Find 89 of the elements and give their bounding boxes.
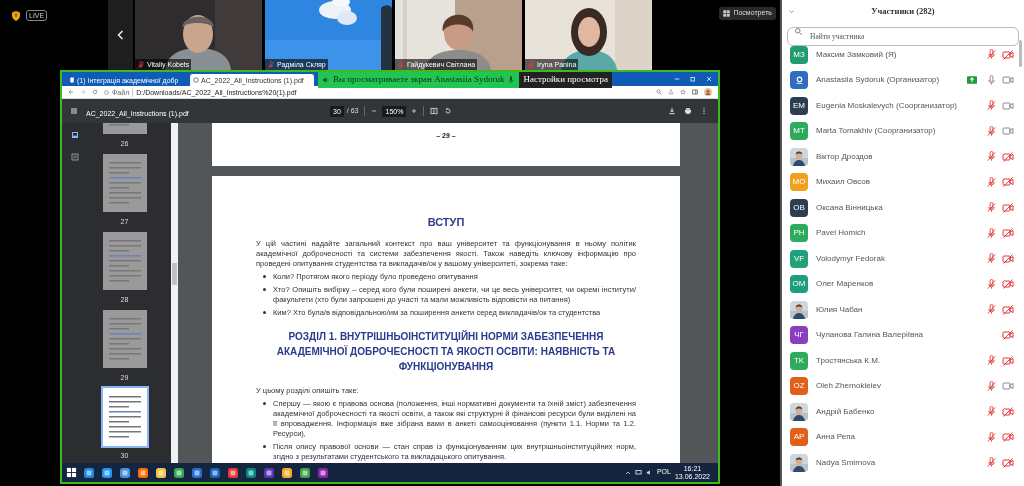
avatar: MO <box>790 173 808 192</box>
app-icon[interactable] <box>299 466 311 479</box>
scrollbar[interactable] <box>171 123 178 463</box>
restore-icon[interactable] <box>690 76 696 82</box>
avatar: OM <box>790 275 808 294</box>
app-icon[interactable] <box>317 466 329 479</box>
avatar: AP <box>790 428 808 447</box>
participant-name: Анна Репа <box>816 431 857 444</box>
participant-name: Marta Tomakhiv (Соорганизатор) <box>816 125 937 138</box>
participant-name: Oleh Zhernokleiev <box>816 380 882 393</box>
avatar: EM <box>790 96 808 115</box>
participant-name: Андрій Бабенко <box>816 405 876 418</box>
back-icon[interactable] <box>68 89 74 95</box>
avatar: OB <box>790 198 808 217</box>
rotate-icon[interactable] <box>444 107 453 115</box>
reload-icon[interactable] <box>92 89 98 95</box>
app-icon[interactable] <box>263 466 275 479</box>
app-icon[interactable] <box>191 466 203 479</box>
app-icon[interactable] <box>119 466 131 479</box>
heading: РОЗДІЛ 1. ВНУТРІШНЬОІНСТИТУЦІЙНІ НОРМИ ЗАБЕЗПЕЧЕННЯ АКАДЕМІЧНОЇ ДОБРОЧЕСНОСТІ ТА ЯКОСТІ ОСВІТИ: НАЯВНІСТЬ ТА ФУНКЦІОНУВАННЯ <box>275 329 617 374</box>
windows-icon[interactable] <box>66 467 77 478</box>
microphone-icon <box>507 76 516 84</box>
panel-title: Участники (282) <box>871 4 935 18</box>
banner-text: Вы просматриваете экран Anastasiia Sydoruk <box>333 73 505 87</box>
volume-icon[interactable] <box>645 469 653 476</box>
bullet-icon <box>263 444 266 448</box>
view-settings-button[interactable]: Настройки просмотра <box>519 72 612 88</box>
zoom-out-icon[interactable] <box>371 108 378 114</box>
participant-name: Тростянська К.М. <box>816 354 882 367</box>
participant-name: Volodymyr Fedorak <box>816 252 886 265</box>
participant-name: Оксана Вінницька <box>816 201 884 214</box>
app-icon[interactable] <box>137 466 149 479</box>
bullet-icon <box>263 274 266 278</box>
sidebar-icon[interactable] <box>692 89 698 95</box>
close-icon[interactable] <box>706 76 712 82</box>
bullet-icon <box>263 287 266 291</box>
grid-icon <box>723 10 731 17</box>
menu-icon[interactable] <box>70 107 78 115</box>
zoom-in-icon[interactable] <box>411 108 418 114</box>
info-icon <box>104 89 109 95</box>
participant-name: Pavel Homich <box>816 227 867 240</box>
page-thumbnail[interactable] <box>102 310 147 368</box>
print-icon[interactable] <box>684 107 692 115</box>
avatar: PH <box>790 224 808 243</box>
app-icon[interactable] <box>155 466 167 479</box>
bullet-icon <box>263 310 266 314</box>
participant-name: Михаил Овсов <box>816 176 872 189</box>
participant-name: Anastasiia Sydoruk (Организатор) <box>816 74 941 87</box>
zoom-icon[interactable] <box>656 89 662 95</box>
avatar: VF <box>790 249 808 268</box>
page-thumbnail[interactable] <box>102 388 147 446</box>
fit-page-icon[interactable] <box>430 107 439 115</box>
participant-name: Олег Маренков <box>816 278 875 291</box>
app-icon[interactable] <box>281 466 293 479</box>
avatar: OZ <box>790 377 808 396</box>
download-icon[interactable] <box>668 107 676 115</box>
globe-icon <box>193 77 199 83</box>
outline-icon[interactable] <box>71 153 79 161</box>
avatar: МЗ <box>790 45 808 64</box>
app-icon[interactable] <box>245 466 257 479</box>
avatar: MT <box>790 122 808 141</box>
star-icon[interactable] <box>680 89 686 95</box>
app-icon[interactable] <box>209 466 221 479</box>
participant-name: Юлия Чабан <box>816 303 864 316</box>
participant-name: Віктор Дроздов <box>816 150 874 163</box>
app-icon[interactable] <box>83 466 95 479</box>
document-icon <box>69 77 75 83</box>
app-icon[interactable] <box>173 466 185 479</box>
network-icon[interactable] <box>634 469 642 476</box>
search-icon <box>794 27 803 36</box>
thumbnails-icon[interactable] <box>71 131 79 139</box>
avatar: TK <box>790 351 808 370</box>
more-icon[interactable] <box>700 107 708 115</box>
scrollbar[interactable] <box>1019 40 1022 67</box>
speaker-icon <box>322 76 330 84</box>
app-icon[interactable] <box>227 466 239 479</box>
participant-name: Nadya Smirnova <box>816 456 877 469</box>
participant-name: Eugenia Moskalevych (Соорганизатор) <box>816 99 958 112</box>
heading: ВСТУП <box>426 215 466 230</box>
logo-icon <box>794 75 804 85</box>
app-icon[interactable] <box>101 466 113 479</box>
avatar: ЧГ <box>790 326 808 345</box>
page-thumbnail[interactable] <box>102 154 147 212</box>
bullet-icon <box>263 401 266 405</box>
profile-avatar-icon[interactable] <box>704 88 712 96</box>
page-thumbnail[interactable] <box>102 232 147 290</box>
shield-icon <box>10 10 22 22</box>
participant-name: Чуланова Галина Валеріївна <box>816 329 924 342</box>
participant-name: Максим Замковий (Я) <box>816 48 898 61</box>
